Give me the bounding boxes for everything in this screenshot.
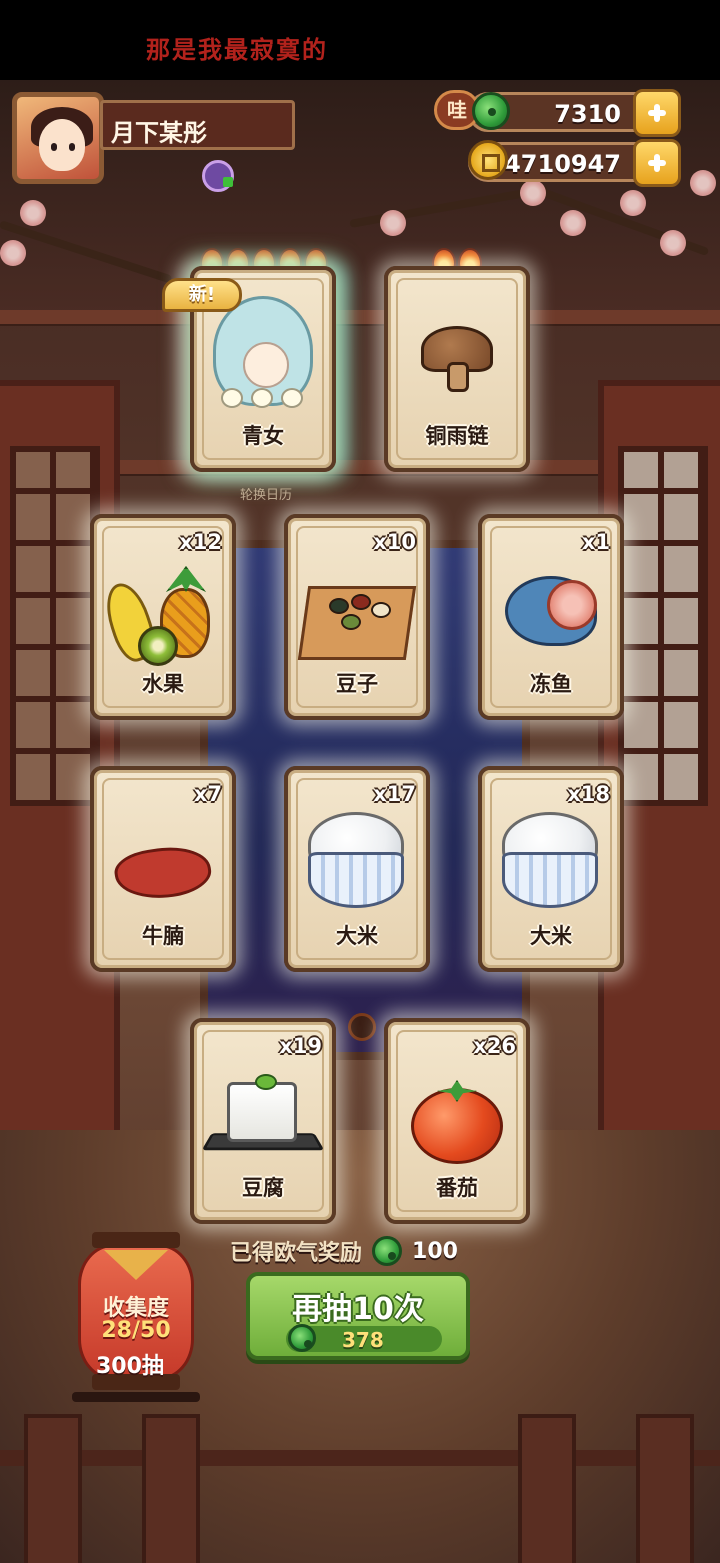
blossom [690,170,716,196]
rotation-caption: 轮换日历 [240,488,293,503]
jade-coin-icon [472,92,510,130]
luck-reward-label: 已得欧气奖励 [230,1241,363,1266]
player-name-plate[interactable]: 月下某彤 [100,100,295,150]
mushroom-icon [421,326,493,392]
card-tofu[interactable]: x19 豆腐 [190,1018,336,1224]
card-count: x19 [279,1034,322,1058]
marquee-text: 那是我最寂寞的 [146,35,328,64]
girl-portrait-icon [213,296,313,412]
card-label: 大米 [336,924,378,948]
rice-bowl-icon [304,812,410,912]
draw-ten-label: 再抽10次 [292,1292,424,1327]
fence-post [518,1414,576,1563]
card-label: 豆子 [336,672,378,696]
companion-badge-icon[interactable] [202,160,234,192]
card-tongyulian[interactable]: 铜雨链 [384,266,530,472]
blossom [520,180,546,206]
fence-post [24,1414,82,1563]
collection-lantern[interactable]: 收集度 28/50 300抽 [72,1232,200,1404]
top-banner: 那是我最寂寞的 [0,0,720,80]
jade-amount: 7310 [554,100,621,128]
new-tag: 新! [162,278,242,312]
beam [0,310,720,324]
blossom [20,200,46,226]
card-count: x7 [193,782,222,806]
card-label: 青女 [242,424,284,448]
card-count: x17 [373,782,416,806]
fence-post [636,1414,694,1563]
draw-ten-button[interactable]: 再抽10次 378 [246,1272,470,1360]
card-rice[interactable]: x18 大米 [478,766,624,972]
card-tomato[interactable]: x26 番茄 [384,1018,530,1224]
card-count: x10 [373,530,416,554]
card-beans[interactable]: x10 豆子 [284,514,430,720]
card-count: x26 [473,1034,516,1058]
tofu-icon [201,1074,325,1158]
fruit-icon [98,560,218,670]
tomato-icon [411,1074,503,1166]
meat-icon [111,841,215,905]
jade-coin-icon [288,1324,316,1352]
blossom [560,210,586,236]
player-name: 月下某彤 [111,119,207,147]
luck-reward-value: 100 [412,1238,458,1264]
fence-post [142,1414,200,1563]
collection-draws: 300抽 [96,1354,164,1379]
jade-coin-icon [372,1236,403,1266]
blossom [380,210,406,236]
card-label: 豆腐 [242,1176,284,1200]
card-count: x12 [179,530,222,554]
add-jade-button[interactable] [633,89,681,137]
window-pillar-right [598,380,720,1140]
card-label: 大米 [530,924,572,948]
collection-progress: 28/50 [101,1318,171,1343]
draw-cost: 378 [342,1328,384,1352]
rice-bowl-icon [498,812,604,912]
player-avatar[interactable] [12,92,104,184]
card-fruit[interactable]: x12 水果 [90,514,236,720]
blossom [660,230,686,256]
fence-rail [0,1450,720,1466]
card-label: 水果 [142,672,184,696]
blossom [0,240,26,266]
bean-box-icon [297,574,417,664]
luck-reward-row: 已得欧气奖励 100 [230,1236,458,1266]
card-beef-brisket[interactable]: x7 牛腩 [90,766,236,972]
add-coin-button[interactable] [633,139,681,187]
window-pillar-left [0,380,120,1140]
coin-amount: 4710947 [504,150,621,178]
card-count: x1 [581,530,610,554]
card-label: 冻鱼 [530,672,572,696]
card-count: x18 [567,782,610,806]
card-frozen-fish[interactable]: x1 冻鱼 [478,514,624,720]
fish-icon [501,566,601,656]
card-rice[interactable]: x17 大米 [284,766,430,972]
card-label: 牛腩 [142,924,184,948]
blossom [620,190,646,216]
ornament-icon [348,1013,376,1041]
card-label: 铜雨链 [425,424,489,448]
copper-coin-icon [468,140,508,180]
card-label: 番茄 [436,1176,478,1200]
